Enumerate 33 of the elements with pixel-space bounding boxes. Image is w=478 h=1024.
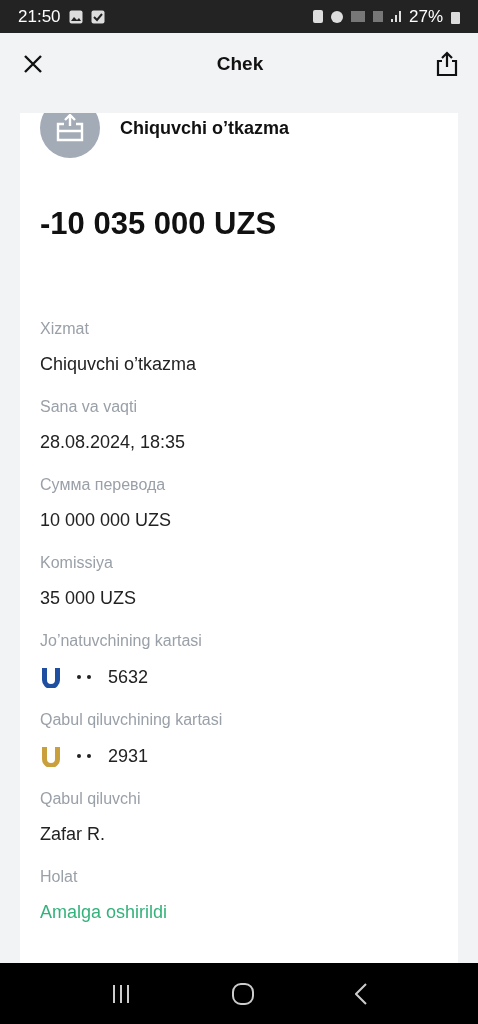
field-value: 10 000 000 UZS (40, 510, 173, 531)
field-label: Xizmat (40, 320, 90, 338)
share-button[interactable] (434, 51, 460, 77)
home-icon[interactable] (232, 982, 254, 1005)
card-number: 5632 (108, 666, 149, 688)
status-value: Amalga oshirildi (40, 902, 169, 923)
field-label: Сумма перевода (40, 476, 167, 494)
signal-icon (390, 11, 401, 22)
battery-level: 27% (408, 6, 443, 27)
clock: 21:50 (18, 6, 61, 27)
recent-apps-icon[interactable] (110, 984, 131, 1003)
battery-saver-icon (312, 10, 323, 23)
checkbox-icon (90, 9, 105, 24)
field-value: 35 000 UZS (40, 588, 138, 609)
gallery-icon (68, 9, 83, 24)
transaction-title: Chiquvchi o’tkazma (120, 117, 290, 139)
field-label: Jo’natuvchining kartasi (40, 632, 203, 650)
field-label: Sana va vaqti (40, 398, 138, 416)
card-number: 2931 (108, 745, 149, 767)
field-label: Qabul qiluvchining kartasi (40, 711, 224, 729)
battery-icon (451, 9, 460, 24)
field-value: Chiquvchi o’tkazma (40, 354, 198, 375)
masked-digits-icon (76, 674, 94, 680)
field-label: Komissiya (40, 554, 114, 572)
field-value: 28.08.2024, 18:35 (40, 432, 187, 453)
transaction-amount: -10 035 000 UZS (40, 206, 278, 242)
field-value: Zafar R. (40, 824, 106, 845)
field-label: Qabul qiluvchi (40, 790, 142, 808)
alarm-icon (330, 10, 343, 23)
masked-digits-icon (76, 753, 94, 759)
back-icon[interactable] (355, 982, 368, 1005)
page-title: Chek (216, 53, 264, 75)
field-label: Holat (40, 868, 79, 886)
